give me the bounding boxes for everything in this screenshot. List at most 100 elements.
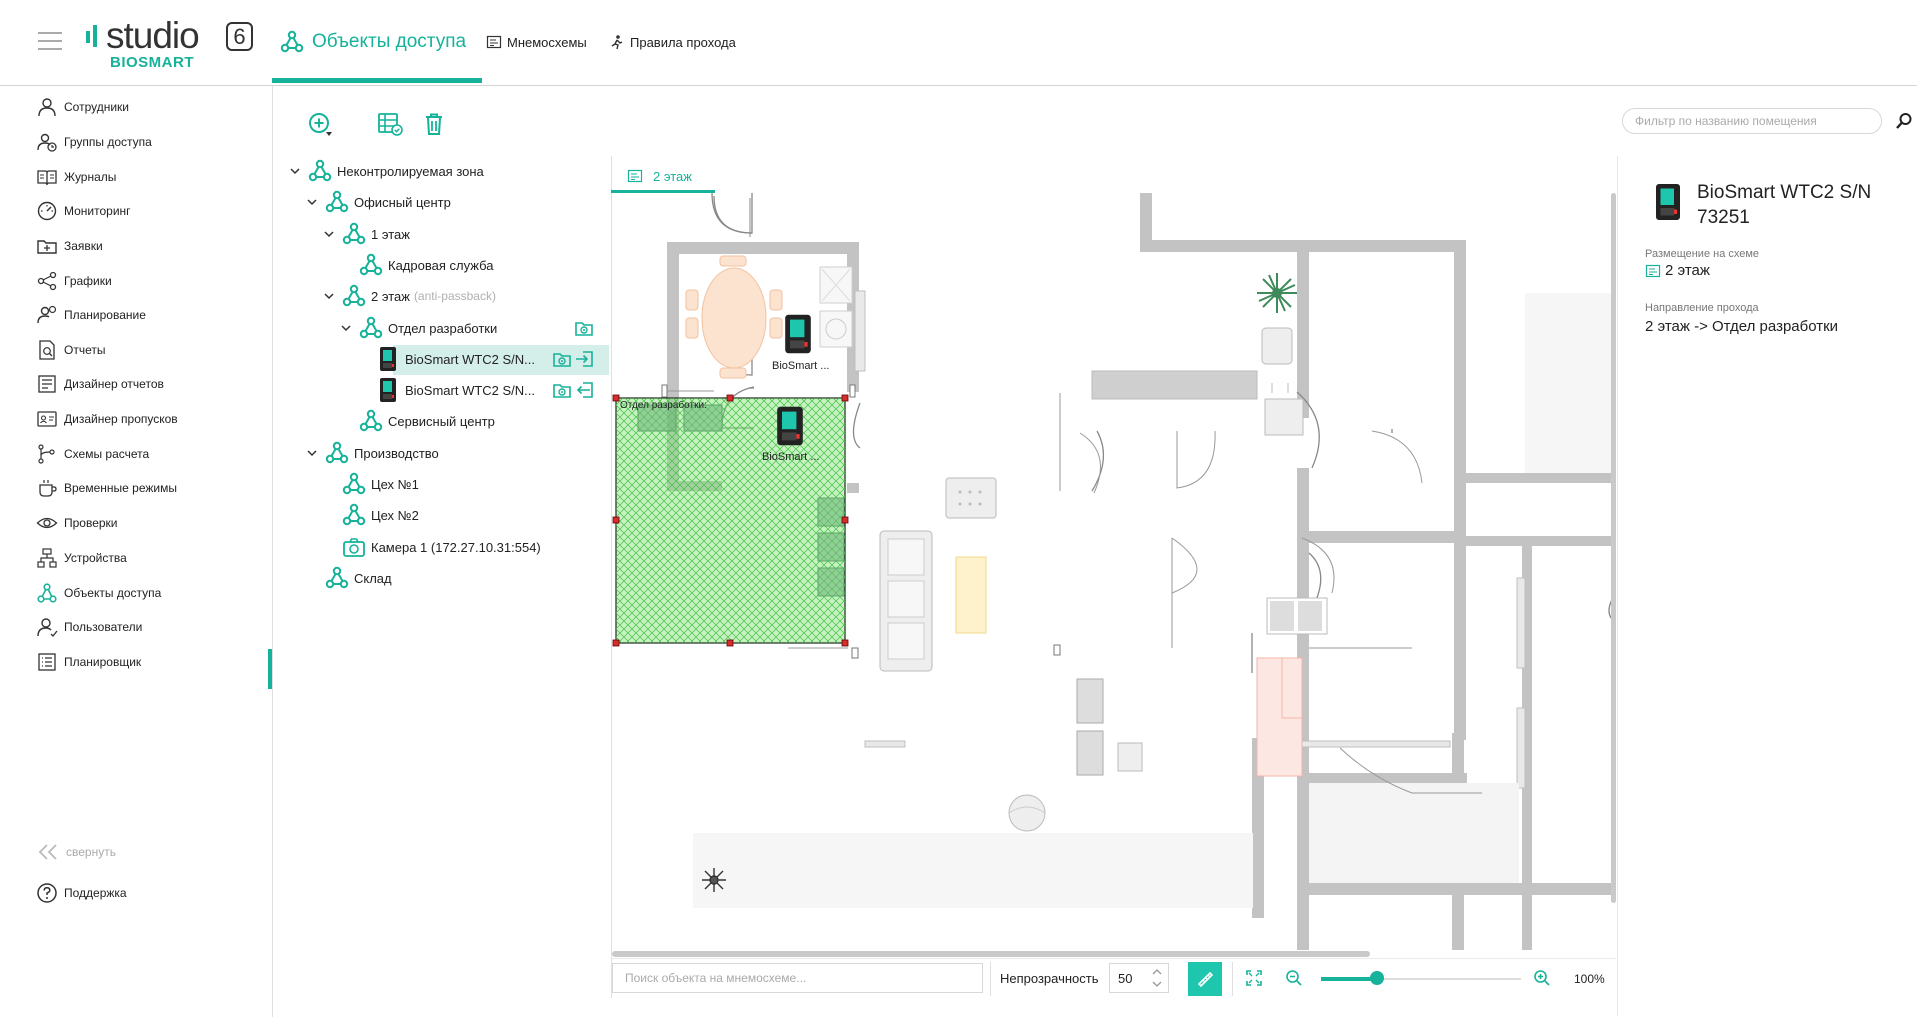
add-object-button[interactable] — [306, 110, 334, 138]
menu-icon[interactable] — [38, 32, 62, 52]
zoom-slider-fill — [1321, 977, 1377, 981]
tree-node-label: Камера 1 (172.27.10.31:554) — [371, 539, 541, 555]
on-map-icon — [551, 348, 573, 370]
divider — [1232, 962, 1233, 996]
chevron-down-icon[interactable] — [287, 163, 303, 179]
zone-development-dept[interactable]: Отдел разработки: — [612, 394, 849, 647]
chevron-down-icon[interactable] — [321, 226, 337, 242]
assign-rules-button[interactable] — [376, 110, 404, 138]
chevron-down-icon[interactable] — [338, 320, 354, 336]
sidebar-item-2[interactable]: Группы доступа — [36, 127, 273, 157]
door-arc — [1176, 430, 1216, 489]
room-filter-input[interactable] — [1622, 108, 1882, 134]
placement-value[interactable]: 2 этаж — [1665, 262, 1710, 279]
on-map-button[interactable] — [573, 317, 595, 339]
tree-node[interactable]: Склад — [304, 563, 392, 593]
tree-node[interactable]: 2 этаж (anti-passback) — [321, 281, 496, 311]
door-arc — [1171, 537, 1198, 594]
sidebar-item-label: Объекты доступа — [64, 586, 162, 600]
monitoring-icon — [37, 201, 57, 221]
tree-node[interactable]: BioSmart WTC2 S/N... — [355, 344, 535, 374]
terminal-icon — [380, 347, 396, 371]
on-map-button[interactable] — [551, 348, 573, 370]
zone-icon — [358, 315, 384, 341]
snap-toggle-button[interactable] — [1188, 962, 1222, 996]
entry-button[interactable] — [574, 348, 596, 370]
sidebar-item-11[interactable]: Схемы расчета — [36, 439, 273, 469]
sidebar-item-16[interactable]: Пользователи — [36, 612, 273, 642]
tree-node[interactable]: Производство — [304, 438, 439, 468]
floor-plan[interactable]: Отдел разработки: BioSmart ... BioSmart … — [612, 193, 1616, 950]
tree-node[interactable]: Кадровая служба — [338, 250, 493, 280]
vertical-scrollbar[interactable] — [1611, 193, 1616, 903]
on-map-button[interactable] — [551, 379, 573, 401]
sidebar-item-label: Пользователи — [64, 620, 143, 634]
tree-node[interactable]: Офисный центр — [304, 187, 451, 217]
tab-pass-rules[interactable]: Правила прохода — [609, 26, 736, 58]
mnemoscheme-icon — [1645, 264, 1661, 277]
sidebar-item-12[interactable]: Временные режимы — [36, 473, 273, 503]
tree-node[interactable]: Цех №1 — [321, 469, 419, 499]
sidebar-item-10[interactable]: Дизайнер пропусков — [36, 404, 273, 434]
search-icon[interactable] — [1895, 112, 1913, 130]
sidebar-item-7[interactable]: Планирование — [36, 300, 273, 330]
horizontal-scrollbar[interactable] — [612, 951, 1370, 957]
terminal-icon — [1653, 181, 1683, 223]
tree-node-label: Цех №1 — [371, 476, 419, 492]
tree-node-label: Склад — [354, 570, 392, 586]
floor-plan-canvas[interactable]: Отдел разработки: BioSmart ... BioSmart … — [612, 193, 1616, 950]
collapse-button[interactable]: свернуть — [36, 842, 116, 862]
tree-node-label: Кадровая служба — [388, 257, 494, 273]
chevron-down-icon[interactable] — [304, 194, 320, 210]
sidebar-item-13[interactable]: Проверки — [36, 508, 273, 538]
sidebar-item-label: Мониторинг — [64, 204, 131, 218]
zoom-in-icon[interactable] — [1532, 968, 1552, 988]
sidebar-item-4[interactable]: Мониторинг — [36, 196, 273, 226]
sidebar-item-6[interactable]: Графики — [36, 266, 273, 296]
direction-value: 2 этаж -> Отдел разработки — [1645, 318, 1839, 335]
tree-node[interactable]: Камера 1 (172.27.10.31:554) — [321, 532, 541, 562]
support-link[interactable]: Поддержка — [36, 882, 127, 904]
tree-node[interactable]: Сервисный центр — [338, 406, 495, 436]
sidebar-item-5[interactable]: Заявки — [36, 231, 273, 261]
sidebar-item-3[interactable]: Журналы — [36, 162, 273, 192]
zone-icon — [358, 408, 384, 434]
chevron-down-icon[interactable] — [321, 288, 337, 304]
zoom-out-icon[interactable] — [1284, 968, 1304, 988]
device-label: BioSmart ... — [762, 451, 819, 463]
map-tab-floor[interactable]: 2 этаж — [611, 160, 715, 192]
tree-node[interactable]: Цех №2 — [321, 500, 419, 530]
delete-button[interactable] — [420, 110, 448, 138]
sidebar-item-17[interactable]: Планировщик — [36, 647, 273, 677]
map-object-search-input[interactable] — [612, 963, 983, 993]
sidebar-item-14[interactable]: Устройства — [36, 543, 273, 573]
tab-label: Мнемосхемы — [507, 34, 587, 50]
tree-node-label: Неконтролируемая зона — [337, 163, 484, 179]
app-logo: studio 6 BIOSMART — [86, 16, 256, 71]
scheduler-icon — [38, 653, 56, 671]
fit-screen-icon[interactable] — [1244, 968, 1264, 988]
zone-icon — [341, 221, 367, 247]
planning-icon — [37, 305, 57, 324]
help-icon — [37, 883, 57, 903]
tree-node[interactable]: Неконтролируемая зона — [287, 156, 484, 186]
sidebar-item-15[interactable]: Объекты доступа — [36, 578, 273, 608]
tree-node[interactable]: Отдел разработки — [338, 313, 497, 343]
sidebar-item-label: Планировщик — [64, 655, 142, 669]
opacity-stepper-icon[interactable] — [1150, 965, 1164, 991]
terminal-icon — [380, 378, 396, 402]
tree-node[interactable]: 1 этаж — [321, 219, 410, 249]
tab-access-objects[interactable]: Объекты доступа — [279, 26, 466, 58]
sidebar-item-8[interactable]: Отчеты — [36, 335, 273, 365]
zoom-slider-handle[interactable] — [1370, 971, 1384, 985]
exit-button[interactable] — [574, 379, 596, 401]
sidebar-item-9[interactable]: Дизайнер отчетов — [36, 369, 273, 399]
request-icon — [37, 240, 57, 254]
sidebar-item-1[interactable]: Сотрудники — [36, 92, 273, 122]
tab-mnemoschemes[interactable]: Мнемосхемы — [486, 26, 587, 58]
zone-icon — [324, 565, 350, 591]
sidebar-item-label: Планирование — [64, 308, 146, 322]
tree-node[interactable]: BioSmart WTC2 S/N... — [355, 375, 535, 405]
chevron-down-icon[interactable] — [304, 445, 320, 461]
door-arc — [1371, 430, 1423, 484]
